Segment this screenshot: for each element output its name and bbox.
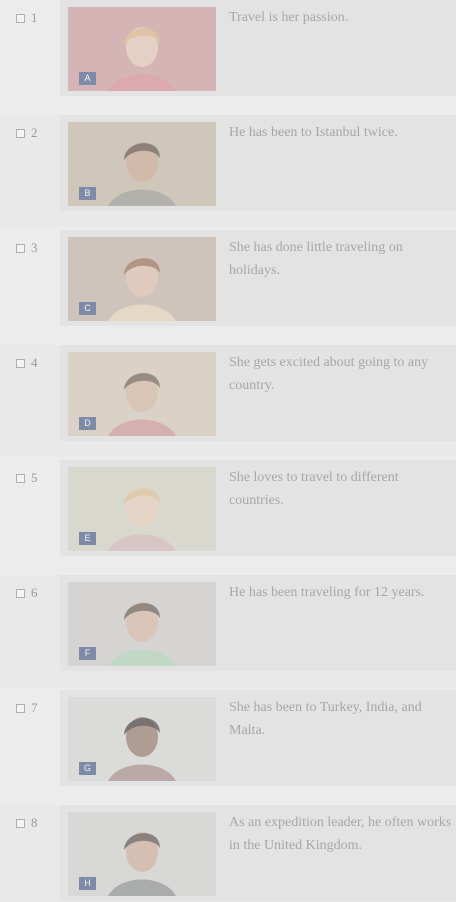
checkbox[interactable]: [16, 703, 25, 713]
item-number: 6: [31, 585, 38, 600]
checkbox[interactable]: [16, 818, 25, 828]
speaker-statement: She loves to travel to different countri…: [229, 470, 399, 508]
checkbox[interactable]: [16, 358, 25, 368]
speaker-letter-badge: A: [79, 72, 96, 85]
speaker-statement: She has done little traveling on holiday…: [229, 240, 403, 278]
item-check: 3: [16, 240, 38, 256]
speaker-statement: As an expedition leader, he often works …: [229, 815, 452, 853]
item-check: 5: [16, 470, 38, 486]
list-item: 4 D She gets excited about going to any co…: [0, 345, 456, 457]
item-check: 2: [16, 125, 38, 141]
list-item: 3 C She has done little traveling on holid…: [0, 230, 456, 342]
list-item: 5 E She loves to travel to different count…: [0, 460, 456, 572]
speaker-matching-list: 1 A Travel is her passion. 2 B He has been to…: [0, 0, 456, 902]
speaker-statement: She gets excited about going to any coun…: [229, 355, 429, 393]
speaker-letter-badge: G: [79, 762, 96, 775]
speaker-thumbnail[interactable]: C: [68, 237, 216, 321]
checkbox[interactable]: [16, 243, 25, 253]
item-number: 5: [31, 470, 38, 485]
item-check: 7: [16, 700, 38, 716]
item-number: 1: [31, 10, 38, 25]
item-number: 3: [31, 240, 38, 255]
checkbox[interactable]: [16, 473, 25, 483]
speaker-thumbnail[interactable]: H: [68, 812, 216, 896]
speaker-letter-badge: D: [79, 417, 96, 430]
speaker-thumbnail[interactable]: G: [68, 697, 216, 781]
list-item: 8 H As an expedition leader, he often work…: [0, 805, 456, 902]
item-number: 2: [31, 125, 38, 140]
list-item: 1 A Travel is her passion.: [0, 0, 456, 112]
checkbox[interactable]: [16, 588, 25, 598]
speaker-letter-badge: C: [79, 302, 96, 315]
item-number: 7: [31, 700, 38, 715]
checkbox[interactable]: [16, 13, 25, 23]
speaker-thumbnail[interactable]: F: [68, 582, 216, 666]
speaker-statement: He has been to Istanbul twice.: [229, 125, 398, 140]
speaker-thumbnail[interactable]: A: [68, 7, 216, 91]
checkbox[interactable]: [16, 128, 25, 138]
speaker-thumbnail[interactable]: D: [68, 352, 216, 436]
list-item: 2 B He has been to Istanbul twice.: [0, 115, 456, 227]
speaker-letter-badge: B: [79, 187, 96, 200]
speaker-letter-badge: F: [79, 647, 96, 660]
item-number: 8: [31, 815, 38, 830]
list-item: 7 G She has been to Turkey, India, and Mal…: [0, 690, 456, 802]
speaker-letter-badge: H: [79, 877, 96, 890]
speaker-statement: He has been traveling for 12 years.: [229, 585, 425, 600]
speaker-statement: Travel is her passion.: [229, 10, 349, 25]
item-check: 6: [16, 585, 38, 601]
item-check: 8: [16, 815, 38, 831]
item-check: 4: [16, 355, 38, 371]
speaker-statement: She has been to Turkey, India, and Malta…: [229, 700, 422, 738]
item-check: 1: [16, 10, 38, 26]
item-number: 4: [31, 355, 38, 370]
speaker-thumbnail[interactable]: E: [68, 467, 216, 551]
speaker-letter-badge: E: [79, 532, 96, 545]
list-item: 6 F He has been traveling for 12 years.: [0, 575, 456, 687]
speaker-thumbnail[interactable]: B: [68, 122, 216, 206]
